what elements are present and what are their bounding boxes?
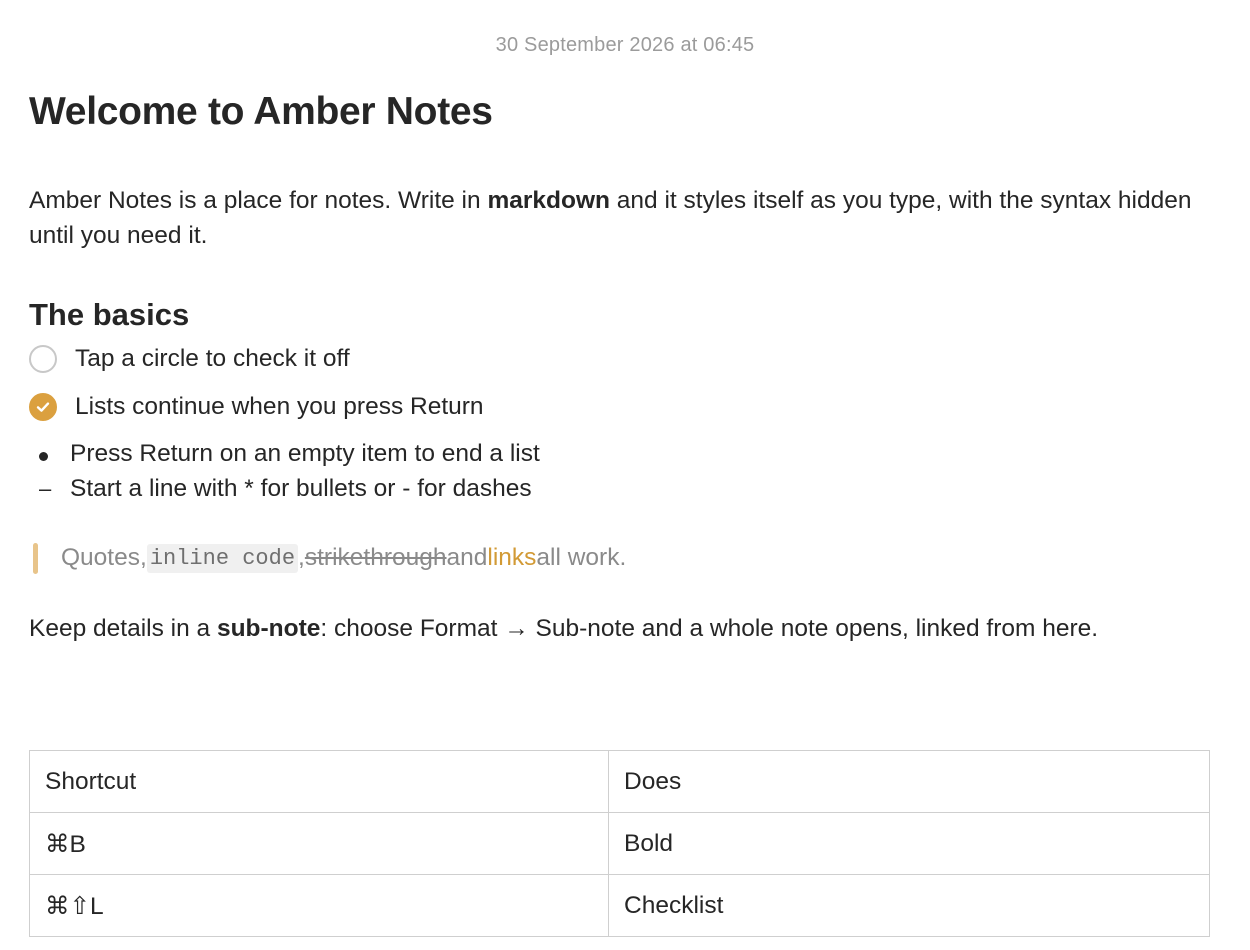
strikethrough-text: strikethrough: [304, 544, 447, 571]
inline-link[interactable]: links: [487, 544, 536, 572]
inline-code: inline code: [146, 543, 299, 573]
list-item-label[interactable]: Press Return on an empty item to end a l…: [70, 440, 540, 468]
table-cell[interactable]: Checklist: [608, 874, 1210, 937]
bullet-marker: [29, 440, 70, 468]
bullet-dot-icon: [39, 452, 48, 461]
subnote-text-2: : choose Format → Sub-note and a whole n…: [320, 615, 1099, 642]
blockquote[interactable]: Quotes, inline code, strikethrough and l…: [33, 541, 626, 575]
quote-text-4: all work.: [536, 544, 627, 571]
list-item-label[interactable]: Start a line with * for bullets or - for…: [70, 475, 532, 503]
note-timestamp: 30 September 2026 at 06:45: [495, 34, 755, 56]
checklist-item-label[interactable]: Lists continue when you press Return: [75, 393, 484, 421]
note-title[interactable]: Welcome to Amber Notes: [29, 90, 493, 134]
intro-bold-markdown: markdown: [487, 187, 610, 214]
dash-marker: –: [39, 476, 52, 501]
table-header-cell[interactable]: Does: [608, 750, 1210, 813]
list-item: – Start a line with * for bullets or - f…: [29, 473, 532, 505]
intro-text-1: Amber Notes is a place for notes. Write …: [29, 187, 488, 214]
subnote-paragraph[interactable]: Keep details in a sub-note: choose Forma…: [29, 611, 1199, 646]
basics-heading[interactable]: The basics: [29, 297, 189, 333]
checked-circle-icon[interactable]: [29, 393, 57, 421]
quote-text-2: ,: [298, 544, 305, 571]
table-row: ⌘B Bold: [29, 812, 1210, 875]
quote-text-3: and: [446, 544, 488, 571]
quote-bar: [33, 542, 38, 574]
subnote-text-1: Keep details in a: [29, 615, 217, 642]
table-cell[interactable]: ⌘B: [29, 812, 609, 875]
shortcuts-table[interactable]: Shortcut Does ⌘B Bold ⌘⇧L Checklist: [29, 750, 1210, 937]
intro-paragraph[interactable]: Amber Notes is a place for notes. Write …: [29, 183, 1199, 253]
checklist-item: Tap a circle to check it off: [29, 343, 350, 375]
table-cell[interactable]: ⌘⇧L: [29, 874, 609, 937]
checklist-item-label[interactable]: Tap a circle to check it off: [75, 345, 350, 373]
subnote-bold: sub-note: [216, 615, 321, 642]
table-header-row: Shortcut Does: [29, 750, 1210, 813]
checkmark-icon: [36, 402, 50, 412]
table-header-cell[interactable]: Shortcut: [29, 750, 609, 813]
checklist-item: Lists continue when you press Return: [29, 391, 484, 423]
list-item: Press Return on an empty item to end a l…: [29, 438, 540, 470]
quote-text-1: Quotes,: [61, 544, 147, 571]
unchecked-circle-icon[interactable]: [29, 345, 57, 373]
table-cell[interactable]: Bold: [608, 812, 1210, 875]
table-row: ⌘⇧L Checklist: [29, 874, 1210, 937]
